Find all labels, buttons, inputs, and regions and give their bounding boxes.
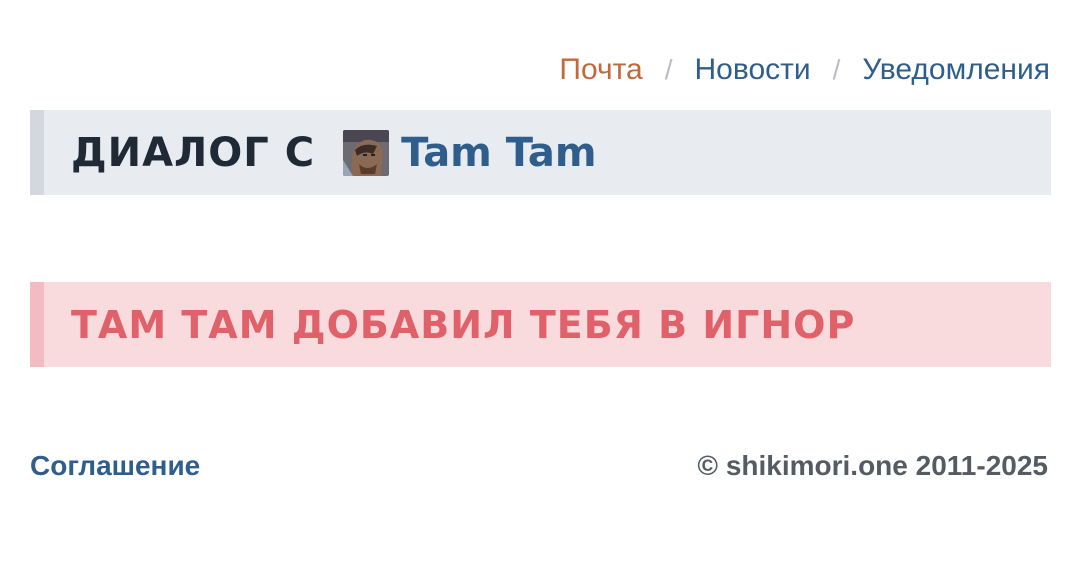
- breadcrumb-separator: /: [832, 54, 841, 85]
- breadcrumb: Почта / Новости / Уведомления: [559, 50, 1050, 90]
- breadcrumb-separator: /: [664, 54, 673, 85]
- copyright-text: © shikimori.one 2011-2025: [697, 450, 1048, 481]
- agreement-link[interactable]: Соглашение: [30, 450, 200, 482]
- ignore-notice-text: ТАМ ТАМ ДОБАВИЛ ТЕБЯ В ИГНОР: [71, 302, 856, 347]
- avatar[interactable]: [343, 129, 390, 176]
- ignore-notice: ТАМ ТАМ ДОБАВИЛ ТЕБЯ В ИГНОР: [30, 282, 1051, 367]
- breadcrumb-item-notifications[interactable]: Уведомления: [862, 50, 1050, 90]
- breadcrumb-item-news[interactable]: Новости: [695, 50, 811, 90]
- user-profile-link[interactable]: Tam Tam: [401, 130, 597, 176]
- avatar-image: [343, 129, 390, 176]
- dialog-header: ДИАЛОГ С Tam Tam: [30, 110, 1051, 195]
- page-title: ДИАЛОГ С: [71, 129, 316, 176]
- breadcrumb-item-mail[interactable]: Почта: [559, 50, 642, 90]
